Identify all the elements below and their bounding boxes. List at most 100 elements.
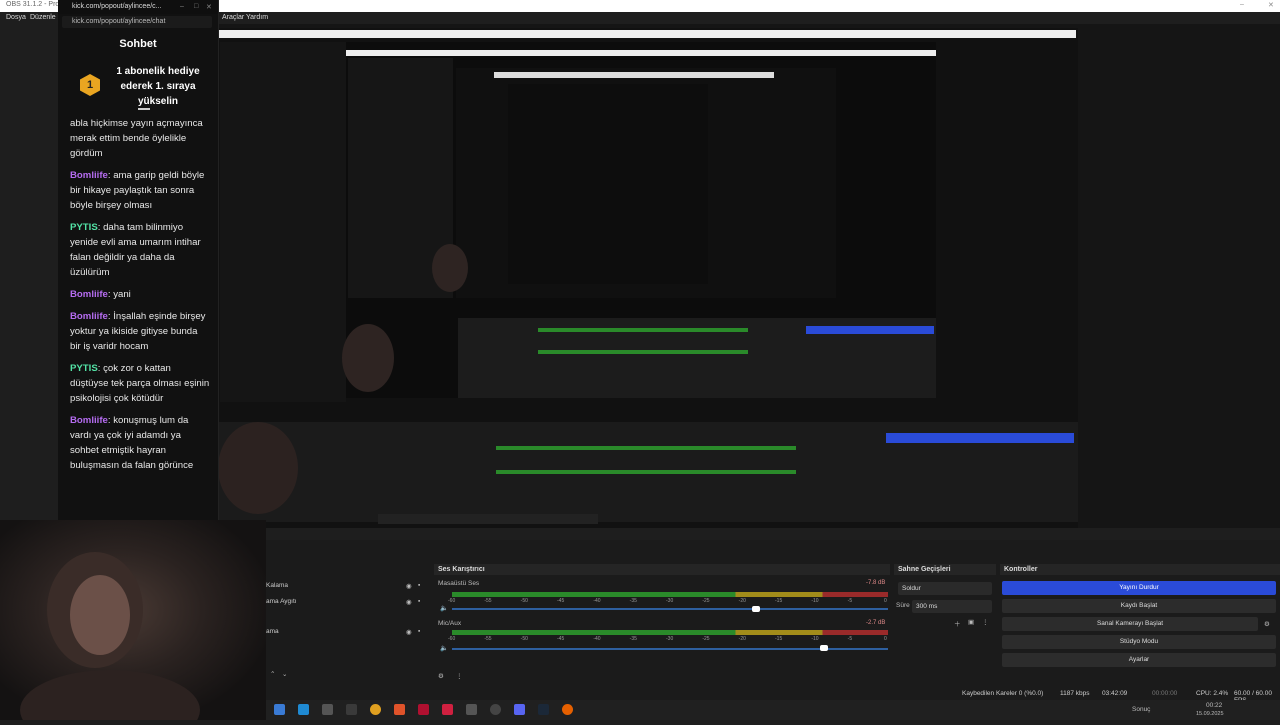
source-item[interactable]: ama Aygıtı [266, 598, 297, 605]
chat-username[interactable]: PYTIS [70, 363, 98, 374]
windows-taskbar: Sonuç 00:22 15.09.2025 [266, 700, 1280, 720]
controls-dock-title: Kontroller [1000, 564, 1280, 575]
duration-label: Süre [896, 602, 910, 609]
meter-tick-label: -10 [811, 598, 819, 604]
steam-icon[interactable] [538, 704, 549, 715]
mixer-menu-icon[interactable]: ⋮ [456, 672, 463, 680]
volume-slider[interactable] [452, 608, 888, 610]
clock-time[interactable]: 00:22 [1206, 702, 1222, 709]
source-item[interactable]: ama [266, 628, 279, 635]
start-virtual-camera-button[interactable]: Sanal Kamerayı Başlat [1002, 617, 1258, 631]
chat-message: Bomliife: ama garip geldi böyle bir hika… [70, 168, 210, 213]
duration-input[interactable]: 300 ms [912, 600, 992, 613]
meter-tick-label: -15 [775, 598, 783, 604]
chat-username[interactable]: Bomliife [70, 415, 108, 426]
lock-icon[interactable]: ▪ [418, 598, 420, 605]
speaker-icon[interactable]: 🔈 [440, 604, 448, 612]
store-icon[interactable] [346, 704, 357, 715]
brave-icon[interactable] [394, 704, 405, 715]
chrome-icon[interactable] [370, 704, 381, 715]
edge-icon[interactable] [298, 704, 309, 715]
recursive-capture-graphic [218, 28, 1078, 528]
lock-icon[interactable]: ▪ [418, 628, 420, 635]
menu-edit[interactable]: Düzenle [30, 14, 56, 21]
mixer-channel-db: -7.8 dB [866, 580, 886, 586]
mixer-channel-name: Masaüstü Ses [438, 580, 480, 587]
dropped-frames: Kaybedilen Kareler 0 (%0.0) [962, 690, 1044, 697]
minimize-icon[interactable]: – [180, 3, 184, 10]
transition-menu-icon[interactable]: ⋮ [982, 618, 989, 626]
meter-tick-label: -35 [629, 636, 637, 642]
firefox-icon[interactable] [562, 704, 573, 715]
remove-transition-icon[interactable]: ▣ [968, 618, 974, 626]
meter-tick-label: -30 [666, 598, 674, 604]
chat-message-text: : yani [107, 289, 131, 300]
browser-tab-title[interactable]: kick.com/popout/aylincee/c... [72, 3, 162, 10]
minimize-icon[interactable]: – [1240, 1, 1244, 8]
preview-canvas[interactable] [218, 28, 1078, 528]
meter-tick-label: -25 [702, 636, 710, 642]
speaker-icon[interactable]: 🔈 [440, 644, 448, 652]
meter-tick-label: 0 [884, 598, 887, 604]
move-down-icon[interactable]: ⌄ [282, 670, 287, 678]
address-bar[interactable]: kick.com/popout/aylincee/chat [62, 16, 212, 28]
start-recording-button[interactable]: Kaydı Başlat [1002, 599, 1276, 613]
rank-badge-icon: 1 [80, 74, 100, 96]
studio-mode-button[interactable]: Stüdyo Modu [1002, 635, 1276, 649]
clock-date[interactable]: 15.09.2025 [1196, 711, 1224, 717]
volume-slider-knob[interactable] [820, 645, 828, 651]
chat-message: PYTIS: daha tam bilinmiyo yenide evli am… [70, 220, 210, 280]
lock-icon[interactable]: ▪ [418, 582, 420, 589]
settings-button[interactable]: Ayarlar [1002, 653, 1276, 667]
add-transition-icon[interactable]: ＋ [954, 618, 961, 628]
cpu-usage: CPU: 2.4% [1196, 690, 1229, 697]
webcam-feed [0, 520, 266, 725]
app-icon[interactable] [466, 704, 477, 715]
virtual-camera-settings-icon[interactable]: ⚙ [1264, 620, 1270, 628]
browser-title-bar: kick.com/popout/aylincee/c... – □ ✕ [58, 0, 218, 14]
app-icon[interactable] [322, 704, 333, 715]
chat-username[interactable]: PYTIS [70, 222, 98, 233]
transition-select[interactable]: Soldur [898, 582, 992, 595]
meter-tick-label: -40 [593, 598, 601, 604]
mixer-settings-icon[interactable]: ⚙ [438, 672, 444, 680]
meter-tick-label: -25 [702, 598, 710, 604]
app-icon[interactable] [418, 704, 429, 715]
chat-message: Bomliife: konuşmuş lum da vardı ya çok i… [70, 413, 210, 473]
close-icon[interactable]: ✕ [1268, 1, 1274, 9]
meter-tick-label: -20 [738, 598, 746, 604]
move-up-icon[interactable]: ⌃ [270, 670, 275, 678]
menu-file[interactable]: Dosya [6, 14, 26, 21]
chat-message-text: abla hiçkimse yayın açmayınca merak etti… [70, 118, 203, 159]
visibility-eye-icon[interactable]: ◉ [406, 628, 412, 636]
meter-tick-label: -5 [847, 636, 853, 642]
webcam-silhouette [20, 552, 200, 725]
source-item[interactable]: Kalama [266, 582, 288, 589]
visibility-eye-icon[interactable]: ◉ [406, 598, 412, 606]
file-explorer-icon[interactable] [274, 704, 285, 715]
meter-tick-label: -45 [557, 636, 565, 642]
close-icon[interactable]: ✕ [206, 3, 212, 11]
menu-tools[interactable]: Araçlar [222, 14, 244, 21]
volume-slider-knob[interactable] [752, 606, 760, 612]
chat-message-list: abla hiçkimse yayın açmayınca merak etti… [70, 116, 210, 480]
collapse-handle-icon[interactable] [138, 108, 150, 110]
meter-tick-label: -35 [629, 598, 637, 604]
chat-username[interactable]: Bomliife [70, 311, 108, 322]
weather-widget[interactable]: Sonuç [1132, 706, 1150, 713]
bitrate: 1187 kbps [1060, 690, 1090, 697]
visibility-eye-icon[interactable]: ◉ [406, 582, 412, 590]
discord-icon[interactable] [514, 704, 525, 715]
chat-username[interactable]: Bomliife [70, 170, 108, 181]
obs-icon[interactable] [490, 704, 501, 715]
meter-tick-label: 0 [884, 636, 887, 642]
app-icon[interactable] [442, 704, 453, 715]
chat-popout-window: kick.com/popout/aylincee/c... – □ ✕ kick… [58, 0, 219, 524]
meter-tick-label: -20 [738, 636, 746, 642]
chat-username[interactable]: Bomliife [70, 289, 108, 300]
meter-tick-label: -55 [484, 636, 492, 642]
menu-help[interactable]: Yardım [246, 14, 268, 21]
maximize-icon[interactable]: □ [194, 3, 198, 10]
meter-tick-label: -55 [484, 598, 492, 604]
stop-streaming-button[interactable]: Yayını Durdur [1002, 581, 1276, 595]
